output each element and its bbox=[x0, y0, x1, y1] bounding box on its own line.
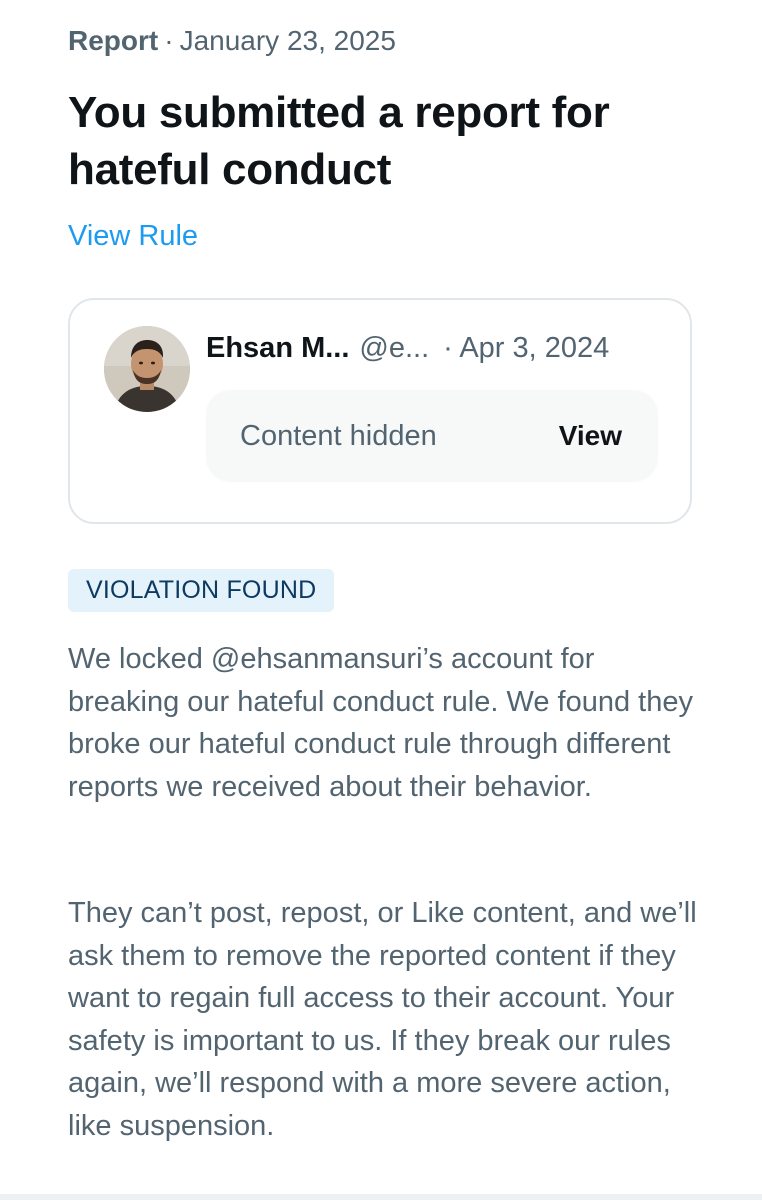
report-meta: Report · January 23, 2025 bbox=[68, 22, 396, 60]
post-author-handle[interactable]: @e... bbox=[359, 332, 429, 364]
hidden-content-label: Content hidden bbox=[240, 420, 437, 452]
violation-status-badge: VIOLATION FOUND bbox=[68, 569, 335, 612]
view-rule-link[interactable]: View Rule bbox=[68, 216, 198, 256]
author-avatar[interactable] bbox=[104, 326, 190, 412]
bottom-divider bbox=[0, 1194, 762, 1200]
hidden-content-box: Content hidden View bbox=[206, 390, 658, 482]
report-type-label: Report bbox=[68, 25, 159, 56]
post-author-name[interactable]: Ehsan M... bbox=[206, 332, 349, 364]
report-date: January 23, 2025 bbox=[179, 25, 396, 56]
avatar-photo-icon bbox=[104, 326, 190, 412]
outcome-paragraph-2: They can’t post, repost, or Like content… bbox=[68, 897, 697, 1142]
outcome-paragraph-1: We locked @ehsanmansuri’s account for br… bbox=[68, 643, 693, 803]
meta-separator: · bbox=[164, 25, 174, 56]
post-date-separator: · bbox=[443, 332, 453, 364]
post-date: · Apr 3, 2024 bbox=[443, 332, 609, 364]
view-hidden-content-button[interactable]: View bbox=[559, 416, 622, 456]
reported-post-card[interactable]: Ehsan M... @e... · Apr 3, 2024 Content hid… bbox=[68, 298, 692, 524]
post-header: Ehsan M... @e... · Apr 3, 2024 bbox=[206, 328, 609, 368]
report-headline: You submitted a report for hateful condu… bbox=[68, 88, 610, 194]
post-date-value: Apr 3, 2024 bbox=[459, 332, 610, 364]
